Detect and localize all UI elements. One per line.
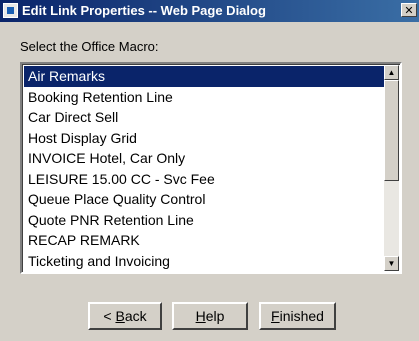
ie-page-icon (3, 3, 18, 18)
macro-prompt-label: Select the Office Macro: (20, 39, 159, 54)
macro-listbox[interactable]: Air Remarks Booking Retention Line Car Dir… (20, 62, 402, 274)
finished-button-rest: inished (279, 308, 324, 324)
macro-list-item[interactable]: LEISURE 15.00 CC - Svc Fee (24, 169, 384, 190)
dialog-window: Edit Link Properties -- Web Page Dialog … (0, 0, 419, 341)
title-bar[interactable]: Edit Link Properties -- Web Page Dialog … (0, 0, 419, 22)
help-button-mnemonic: H (195, 308, 206, 324)
macro-list-item[interactable]: RECAP REMARK (24, 230, 384, 251)
macro-list-item[interactable]: Queue Place Quality Control (24, 189, 384, 210)
vertical-scrollbar[interactable]: ▲ ▼ (384, 65, 399, 271)
finished-button[interactable]: Finished (259, 302, 336, 330)
macro-list-item[interactable]: Quote PNR Retention Line (24, 210, 384, 231)
macro-list-item[interactable]: Ticketing and Invoicing (24, 251, 384, 272)
macro-list-item[interactable]: Host Display Grid (24, 128, 384, 149)
back-button[interactable]: < Back (88, 302, 162, 330)
macro-list-item[interactable]: Air Remarks (24, 66, 384, 87)
back-button-prefix: < (103, 308, 116, 324)
back-button-mnemonic: B (115, 308, 125, 324)
close-button[interactable]: ✕ (401, 3, 417, 17)
macro-list-item[interactable]: Car Direct Sell (24, 107, 384, 128)
window-title: Edit Link Properties -- Web Page Dialog (22, 3, 266, 18)
scroll-up-button[interactable]: ▲ (384, 65, 399, 80)
back-button-rest: ack (124, 308, 147, 324)
macro-list-item[interactable]: INVOICE Hotel, Car Only (24, 148, 384, 169)
finished-button-mnemonic: F (271, 308, 280, 324)
help-button[interactable]: Help (172, 302, 248, 330)
macro-list[interactable]: Air Remarks Booking Retention Line Car Dir… (24, 66, 384, 270)
help-button-rest: elp (205, 308, 225, 324)
scroll-down-button[interactable]: ▼ (384, 256, 399, 271)
macro-list-item[interactable]: Booking Retention Line (24, 87, 384, 108)
scroll-thumb[interactable] (384, 80, 399, 181)
